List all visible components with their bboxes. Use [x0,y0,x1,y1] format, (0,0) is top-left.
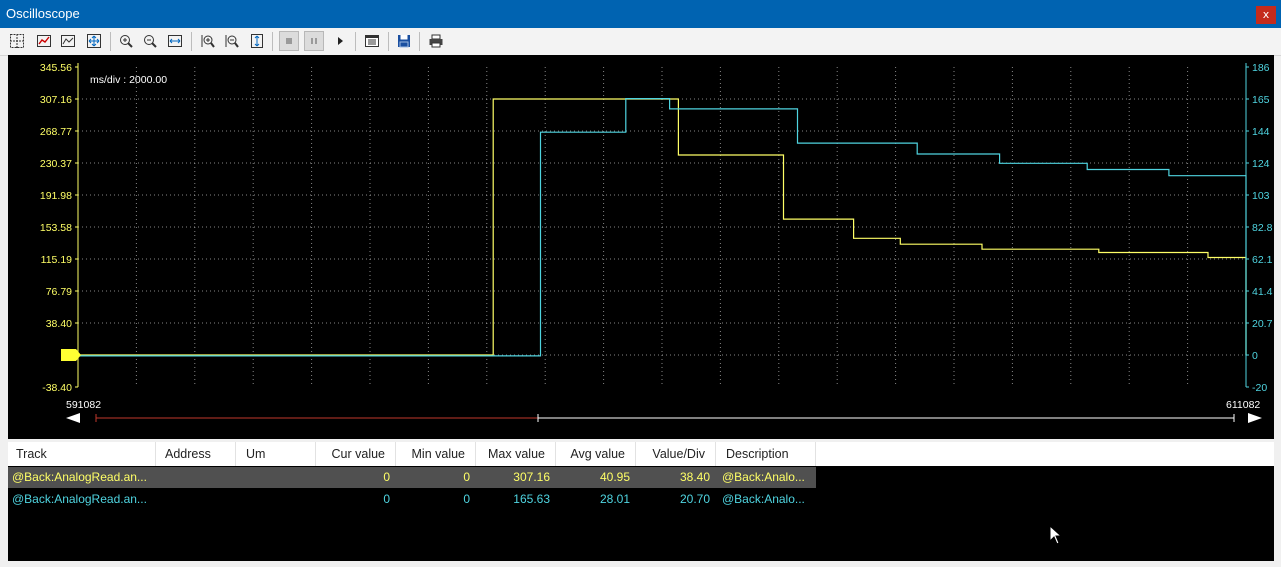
right-axis: 186 165 144 124 103 82.8 62.1 41.4 20.7 0 -20 [1246,62,1273,394]
right-axis-tick-label: 186 [1252,62,1270,74]
fit-horizontal-icon[interactable] [165,31,185,51]
track-row-1[interactable]: @Back:AnalogRead.an... 0 0 307.16 40.95 … [8,467,816,488]
track-min-value: 0 [463,492,470,506]
header-track[interactable]: Track [8,442,156,466]
fit-vertical-icon[interactable] [247,31,267,51]
scroll-start-label: 591082 [66,399,101,411]
print-icon[interactable] [426,31,446,51]
right-axis-tick-label: 165 [1252,94,1270,106]
zoom-out-y-icon[interactable] [222,31,242,51]
toolbar-separator [419,32,420,51]
left-axis-tick-label: -38.40 [42,382,72,394]
left-axis-tick-label: 76.79 [46,286,72,298]
grid-icon[interactable] [7,31,27,51]
right-axis-tick-label: -20 [1252,382,1267,394]
save-icon[interactable] [394,31,414,51]
toolbar-separator [272,32,273,51]
header-min-value[interactable]: Min value [396,442,476,466]
toolbar-separator [388,32,389,51]
scroll-end-label: 611082 [1226,399,1260,411]
area-chart-icon[interactable] [58,31,78,51]
header-um[interactable]: Um [236,442,316,466]
header-address[interactable]: Address [156,442,236,466]
toolbar-separator [355,32,356,51]
toolbar-separator [191,32,192,51]
plot-grid [78,67,1246,387]
play-icon[interactable] [330,31,350,51]
right-axis-tick-label: 20.7 [1252,318,1273,330]
track-address [164,467,236,488]
header-description[interactable]: Description [716,442,816,466]
move-icon[interactable] [84,31,104,51]
toolbar [0,28,1281,56]
left-axis-tick-label: 345.56 [40,62,72,74]
scroll-left-arrow[interactable] [66,413,80,423]
left-axis-tick-label: 230.37 [40,158,72,170]
right-axis-tick-label: 82.8 [1252,222,1273,234]
right-axis-tick-label: 144 [1252,126,1270,138]
zoom-in-y-icon[interactable] [198,31,218,51]
close-button[interactable]: x [1256,6,1276,24]
track-table: Track Address Um Cur value Min value Max… [8,442,1274,561]
ms-per-div-label: ms/div : 2000.00 [90,74,167,86]
right-axis-tick-label: 62.1 [1252,254,1273,266]
properties-icon[interactable] [362,31,382,51]
scroll-right-arrow[interactable] [1248,413,1262,423]
plot-canvas[interactable]: 345.56 307.16 268.77 230.37 191.98 153.58 115.… [8,55,1274,439]
window-title: Oscilloscope [6,6,80,21]
track-cur-value: 0 [383,470,390,484]
track-um [244,467,316,488]
left-axis-tick-label: 307.16 [40,94,72,106]
header-value-div[interactable]: Value/Div [636,442,716,466]
oscilloscope-plot[interactable]: 345.56 307.16 268.77 230.37 191.98 153.58 115.… [8,55,1274,439]
left-axis: 345.56 307.16 268.77 230.37 191.98 153.58 115.… [40,62,78,394]
right-axis-tick-label: 124 [1252,158,1270,170]
track-description: @Back:Analo... [722,470,805,484]
track-value-div: 20.70 [679,492,710,506]
header-avg-value[interactable]: Avg value [556,442,636,466]
track-um [244,489,316,510]
track-avg-value: 40.95 [599,470,630,484]
right-axis-tick-label: 41.4 [1252,286,1273,298]
track-cur-value: 0 [383,492,390,506]
track-name: @Back:AnalogRead.an... [12,492,147,506]
title-bar: Oscilloscope x [0,0,1281,28]
left-axis-tick-label: 153.58 [40,222,72,234]
left-axis-tick-label: 38.40 [46,318,72,330]
toolbar-separator [110,32,111,51]
track-min-value: 0 [463,470,470,484]
track-max-value: 165.63 [513,492,550,506]
track-address [164,489,236,510]
right-axis-tick-label: 0 [1252,350,1258,362]
right-axis-tick-label: 103 [1252,190,1270,202]
left-axis-tick-label: 268.77 [40,126,72,138]
track-max-value: 307.16 [513,470,550,484]
zoom-in-icon[interactable] [116,31,136,51]
pause-icon[interactable] [304,31,324,51]
track-avg-value: 28.01 [599,492,630,506]
track-table-header: Track Address Um Cur value Min value Max… [8,442,1274,466]
track-name: @Back:AnalogRead.an... [12,470,147,484]
left-axis-tick-label: 115.19 [41,254,72,266]
left-axis-tick-label: 191.98 [40,190,72,202]
track-value-div: 38.40 [679,470,710,484]
track-row-2[interactable]: @Back:AnalogRead.an... 0 0 165.63 28.01 … [8,489,816,510]
trend-icon[interactable] [34,31,54,51]
header-max-value[interactable]: Max value [476,442,556,466]
header-cur-value[interactable]: Cur value [316,442,396,466]
track-description: @Back:Analo... [722,492,805,506]
zoom-out-icon[interactable] [140,31,160,51]
stop-icon[interactable] [279,31,299,51]
mouse-cursor-icon [1049,525,1063,545]
